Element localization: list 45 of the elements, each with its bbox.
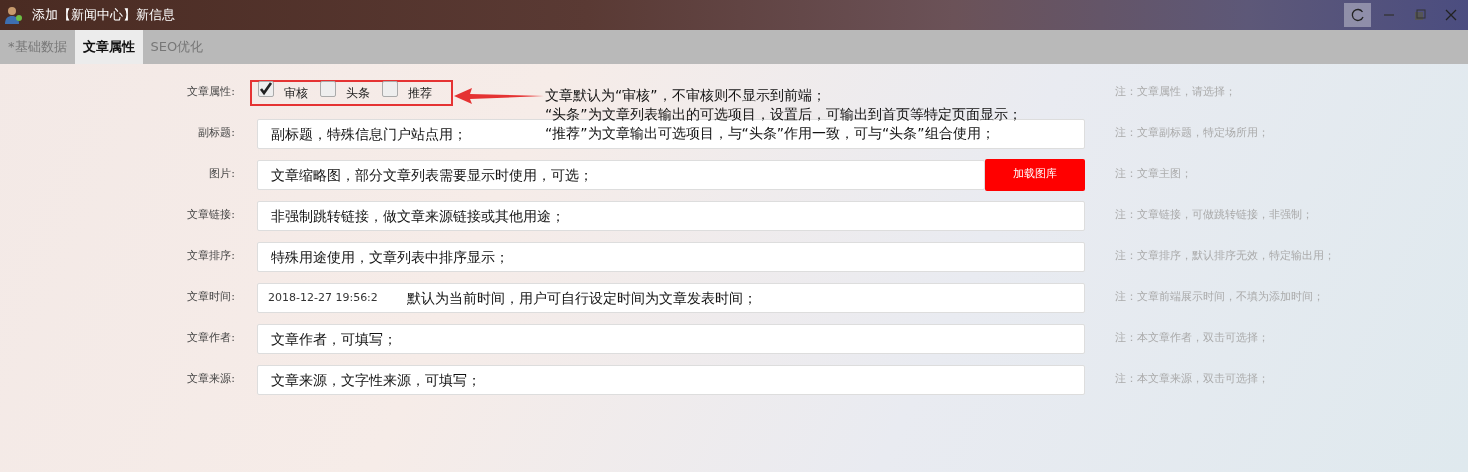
callout-text: “推荐”为文章输出可选项目，与“头条”作用一致，可与“头条”组合使用； [545, 124, 996, 143]
restore-icon [1413, 9, 1426, 21]
checkbox-label: 推荐 [408, 84, 432, 102]
load-gallery-button[interactable]: 加载图库 [985, 158, 1085, 191]
window-title: 添加【新闻中心】新信息 [32, 6, 175, 25]
field-label: 文章作者: [186, 330, 235, 347]
close-icon [1444, 9, 1457, 21]
field-label: 文章时间: [186, 289, 235, 306]
annotation-text: 副标题，特殊信息门户站点用； [271, 124, 467, 144]
input-field[interactable] [257, 364, 1085, 395]
tab[interactable]: SEO优化 [142, 30, 212, 64]
field-label: 副标题: [197, 125, 235, 142]
annotation-text: 文章缩略图，部分文章列表需要显示时使用，可选； [271, 165, 593, 185]
note-text: 注：文章副标题，特定场所用； [1115, 125, 1269, 142]
checkbox-label: 审核 [284, 84, 308, 102]
input-field[interactable] [257, 241, 1085, 272]
checkbox-label: 头条 [346, 84, 370, 102]
annotation-text: 非强制跳转链接，做文章来源链接或其他用途； [271, 206, 565, 226]
field-label: 图片: [208, 166, 235, 183]
refresh-icon [1350, 8, 1365, 22]
tab[interactable]: 文章属性 [74, 30, 143, 64]
input-field[interactable] [257, 159, 985, 190]
checkbox[interactable] [258, 80, 274, 97]
field-label: 文章排序: [186, 248, 235, 265]
note-text: 注：本文章作者，双击可选择； [1115, 330, 1269, 347]
note-text: 注：文章前端展示时间，不填为添加时间； [1115, 289, 1324, 306]
field-label: 文章来源: [186, 371, 235, 388]
refresh-button[interactable] [1344, 3, 1371, 27]
field-label: 文章链接: [186, 207, 235, 224]
users-icon [4, 5, 24, 25]
field-label: 文章属性: [186, 84, 235, 101]
callout-text: “头条”为文章列表输出的可选项目，设置后，可输出到首页等特定页面显示； [545, 105, 1022, 124]
checkbox[interactable] [320, 80, 336, 97]
annotation-text: 文章作者，可填写； [271, 329, 397, 349]
callout-text: 文章默认为“审核”，不审核则不显示到前端； [545, 86, 827, 105]
note-text: 注：本文章来源，双击可选择； [1115, 371, 1269, 388]
tab[interactable]: *基础数据 [0, 30, 75, 64]
note-text: 注：文章主图； [1115, 166, 1192, 183]
checkbox[interactable] [382, 80, 398, 97]
annotation-text: 特殊用途使用，文章列表中排序显示； [271, 247, 509, 267]
input-field[interactable] [257, 323, 1085, 354]
input-field[interactable] [257, 200, 1085, 231]
note-text: 注：文章链接，可做跳转链接，非强制； [1115, 207, 1313, 224]
annotation-text: 文章来源，文字性来源，可填写； [271, 370, 481, 390]
annotation-text: 默认为当前时间，用户可自行设定时间为文章发表时间； [407, 288, 757, 308]
